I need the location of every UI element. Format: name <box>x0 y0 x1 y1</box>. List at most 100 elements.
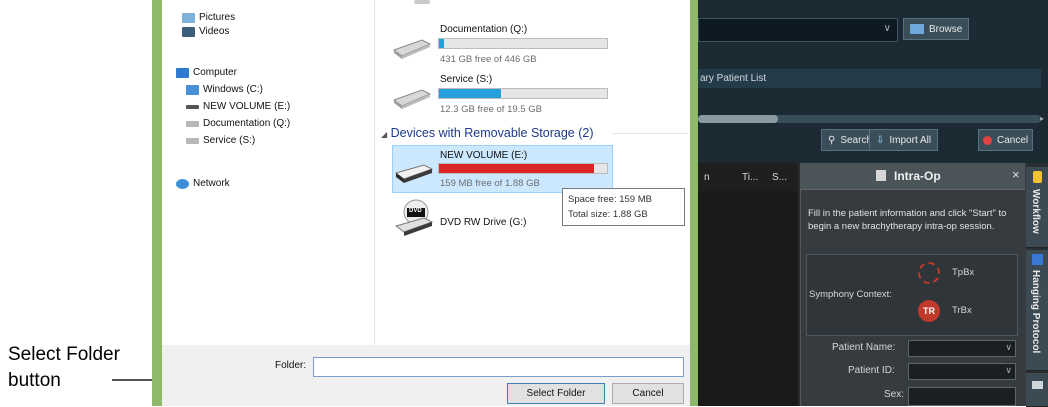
drive-free-space: 12.3 GB free of 19.5 GB <box>440 104 542 115</box>
dvd-badge: DVD <box>409 208 422 214</box>
drive-tile-dvd[interactable]: DVD DVD RW Drive (G:) <box>392 198 562 240</box>
chevron-down-icon: ∨ <box>883 23 891 34</box>
nav-label: Service (S:) <box>203 135 256 146</box>
table-header: n Ti... S... <box>698 163 798 192</box>
drive-usage-bar <box>438 38 608 49</box>
patient-id-field[interactable]: ∨ <box>908 363 1016 380</box>
sex-field[interactable] <box>908 387 1016 406</box>
drive-icon <box>394 164 434 183</box>
patient-table <box>698 191 798 406</box>
folder-input[interactable] <box>313 357 684 377</box>
nav-item-windows-c[interactable]: Windows (C:) <box>186 84 263 95</box>
trbx-label: TrBx <box>952 305 972 316</box>
drive-usage-fill <box>439 39 445 48</box>
drive-tile-documentation[interactable]: Documentation (Q:) 431 GB free of 446 GB <box>392 24 692 66</box>
drive-icon <box>414 0 430 4</box>
drive-icon <box>186 104 199 109</box>
nav-label: Documentation (Q:) <box>203 118 291 129</box>
group-header-removable[interactable]: ◢ Devices with Removable Storage (2) <box>381 126 594 140</box>
scroll-right-icon[interactable]: ▸ <box>1040 114 1044 123</box>
browse-label: Browse <box>929 23 963 35</box>
videos-icon <box>182 26 195 37</box>
annotation-callout: Select Folder button <box>8 342 158 394</box>
network-drive-icon <box>392 89 432 109</box>
symphony-context-label: Symphony Context: <box>809 289 892 300</box>
drive-title: Documentation (Q:) <box>440 24 528 35</box>
drive-free-space: 431 GB free of 446 GB <box>440 54 537 65</box>
nav-item-videos[interactable]: Videos <box>182 26 229 37</box>
grid-icon <box>1032 381 1043 389</box>
nav-item-network[interactable]: Network <box>176 178 230 189</box>
select-folder-button[interactable]: Select Folder <box>507 383 605 404</box>
cancel-button[interactable]: Cancel <box>612 383 684 404</box>
drive-tile-new-volume[interactable]: NEW VOLUME (E:) 159 MB free of 1.88 GB <box>392 147 612 189</box>
drive-title: DVD RW Drive (G:) <box>440 217 527 228</box>
source-dropdown[interactable]: ∨ <box>698 18 898 42</box>
import-icon: ⇩ <box>876 134 885 146</box>
dvd-drive-icon <box>394 199 434 236</box>
tooltip-line: Space free: 159 MB <box>568 194 652 205</box>
drive-usage-fill <box>439 89 502 98</box>
collapse-triangle-icon: ◢ <box>381 130 388 139</box>
tab-other[interactable] <box>1026 373 1048 407</box>
scrollbar-thumb[interactable] <box>698 115 778 123</box>
drive-usage-fill <box>439 164 594 173</box>
tab-label: Workflow <box>1030 189 1041 234</box>
tab-label: Hanging Protocol <box>1030 270 1041 354</box>
chevron-down-icon: ∨ <box>1005 365 1012 375</box>
group-header-label: Devices with Removable Storage (2) <box>390 126 594 140</box>
nav-item-computer[interactable]: Computer <box>176 67 237 78</box>
browse-button[interactable]: Browse <box>903 18 970 40</box>
network-drive-icon <box>186 120 199 127</box>
drive-tile-service[interactable]: Service (S:) 12.3 GB free of 19.5 GB <box>392 74 692 116</box>
drive-title: NEW VOLUME (E:) <box>440 150 528 161</box>
nav-item-documentation-q[interactable]: Documentation (Q:) <box>186 118 290 129</box>
nav-label: Network <box>193 178 230 189</box>
column-header[interactable]: Ti... <box>742 172 758 183</box>
patient-id-label: Patient ID: <box>848 365 895 376</box>
tpbx-label: TpBx <box>952 267 975 278</box>
chevron-down-icon: ∨ <box>1005 342 1012 352</box>
pictures-icon <box>182 12 195 23</box>
tooltip-line: Total size: 1.88 GB <box>568 209 648 220</box>
drive-title: Service (S:) <box>440 74 493 85</box>
nav-item-new-volume-e[interactable]: NEW VOLUME (E:) <box>186 101 290 112</box>
patient-list-label: ary Patient List <box>700 73 767 84</box>
nav-label: Windows (C:) <box>203 84 264 95</box>
search-icon: ⚲ <box>828 134 836 146</box>
sex-label: Sex: <box>884 389 905 400</box>
navigation-pane: Pictures Videos Computer Windows (C:) NE… <box>162 0 375 345</box>
tpbx-icon <box>918 262 940 284</box>
drive-usage-bar <box>438 88 608 99</box>
network-icon <box>176 178 189 189</box>
folder-label: Folder: <box>275 360 307 371</box>
intra-op-instructions: Fill in the patient information and clic… <box>808 208 1007 232</box>
annotation-line-1: Select Folder <box>8 344 120 365</box>
panel-title: Intra-Op <box>894 169 941 183</box>
window-border-left <box>152 0 162 406</box>
close-icon[interactable]: × <box>1012 167 1020 182</box>
tab-hanging-protocol[interactable]: Hanging Protocol <box>1026 250 1048 371</box>
column-header[interactable]: n <box>704 172 710 183</box>
annotation-line-2: button <box>8 370 61 391</box>
patient-name-field[interactable]: ∨ <box>908 340 1016 357</box>
nav-item-service-s[interactable]: Service (S:) <box>186 135 255 146</box>
nav-label: Computer <box>193 67 237 78</box>
intra-op-header: Intra-Op × <box>800 163 1025 190</box>
cancel-icon <box>983 135 992 145</box>
import-all-button[interactable]: ⇩ Import All <box>869 129 939 151</box>
app-cancel-button[interactable]: Cancel <box>978 129 1034 151</box>
nav-item-pictures[interactable]: Pictures <box>182 12 235 23</box>
network-drive-icon <box>392 39 432 59</box>
column-header[interactable]: S... <box>772 172 787 183</box>
workflow-icon <box>1033 171 1042 183</box>
save-icon <box>876 170 886 181</box>
nav-label: NEW VOLUME (E:) <box>203 101 291 112</box>
group-divider <box>612 133 688 134</box>
drive-free-space: 159 MB free of 1.88 GB <box>440 178 540 189</box>
hanging-protocol-icon <box>1032 254 1043 265</box>
trbx-icon: TR <box>918 300 940 322</box>
drive-usage-bar <box>438 163 608 174</box>
tab-workflow[interactable]: Workflow <box>1026 167 1048 248</box>
patient-name-label: Patient Name: <box>832 342 896 353</box>
